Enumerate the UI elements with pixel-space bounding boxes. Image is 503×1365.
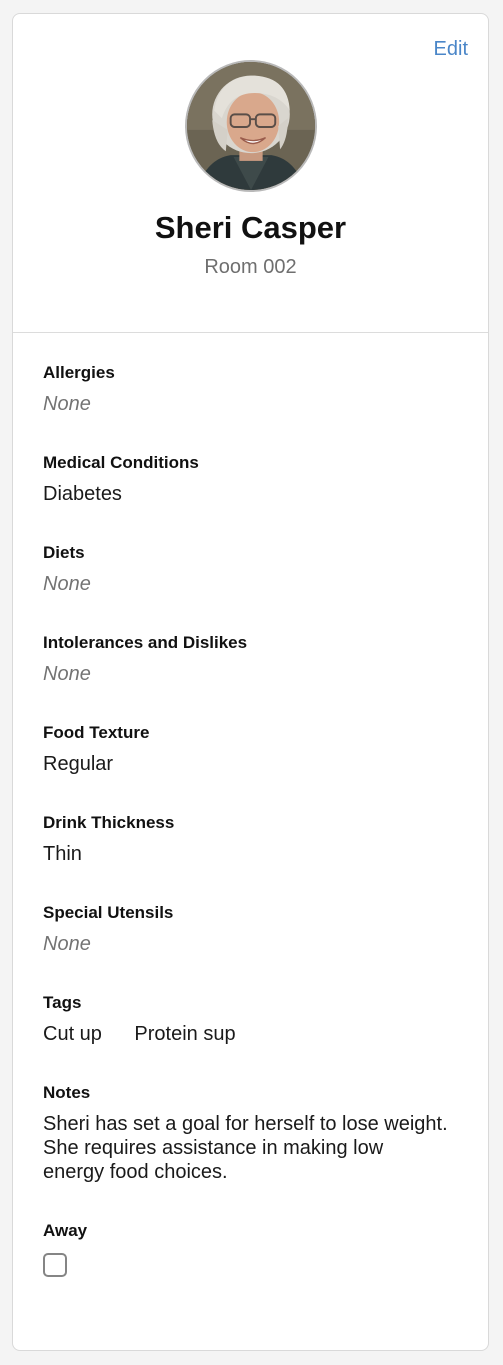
field-value: Thin [43, 843, 82, 865]
field-label: Diets [43, 543, 85, 562]
field-label: Food Texture [43, 723, 150, 742]
resident-name: Sheri Casper [154, 210, 347, 245]
field-special-utensils: Special Utensils None [43, 903, 458, 993]
field-value: Diabetes [43, 483, 122, 505]
field-value: None [43, 663, 91, 685]
field-tags: Tags Cut up Protein sup [43, 993, 458, 1083]
field-value: None [43, 573, 91, 595]
resident-header: Edit Sheri Casper Room 002 [13, 14, 488, 333]
tag-list: Cut up Protein sup [43, 1022, 458, 1046]
field-value: None [43, 933, 91, 955]
field-label: Away [43, 1221, 88, 1240]
notes-text: Sheri has set a goal for herself to lose… [43, 1113, 448, 1183]
tag-item: Cut up [43, 1023, 102, 1045]
field-drink-thickness: Drink Thickness Thin [43, 813, 458, 903]
field-label: Allergies [43, 363, 115, 382]
field-intolerances: Intolerances and Dislikes None [43, 633, 458, 723]
field-value: None [43, 393, 91, 415]
field-label: Notes [43, 1083, 91, 1102]
field-label: Drink Thickness [43, 813, 175, 832]
field-label: Medical Conditions [43, 453, 199, 472]
field-food-texture: Food Texture Regular [43, 723, 458, 813]
resident-room: Room 002 [204, 256, 297, 278]
away-checkbox[interactable] [43, 1253, 67, 1277]
resident-avatar [185, 60, 317, 192]
field-label: Special Utensils [43, 903, 174, 922]
field-diets: Diets None [43, 543, 458, 633]
edit-link[interactable]: Edit [434, 38, 468, 61]
resident-details: Allergies None Medical Conditions Diabet… [13, 333, 488, 1311]
field-allergies: Allergies None [43, 363, 458, 453]
resident-photo-icon [187, 62, 315, 190]
field-value: Regular [43, 753, 114, 775]
field-away: Away [43, 1221, 458, 1311]
tag-item: Protein sup [134, 1023, 236, 1045]
field-notes: Notes Sheri has set a goal for herself t… [43, 1083, 458, 1221]
resident-card: Edit Sheri Casper Room 002 Allergies Non… [12, 13, 489, 1351]
field-medical-conditions: Medical Conditions Diabetes [43, 453, 458, 543]
field-label: Tags [43, 993, 82, 1012]
field-label: Intolerances and Dislikes [43, 633, 248, 652]
